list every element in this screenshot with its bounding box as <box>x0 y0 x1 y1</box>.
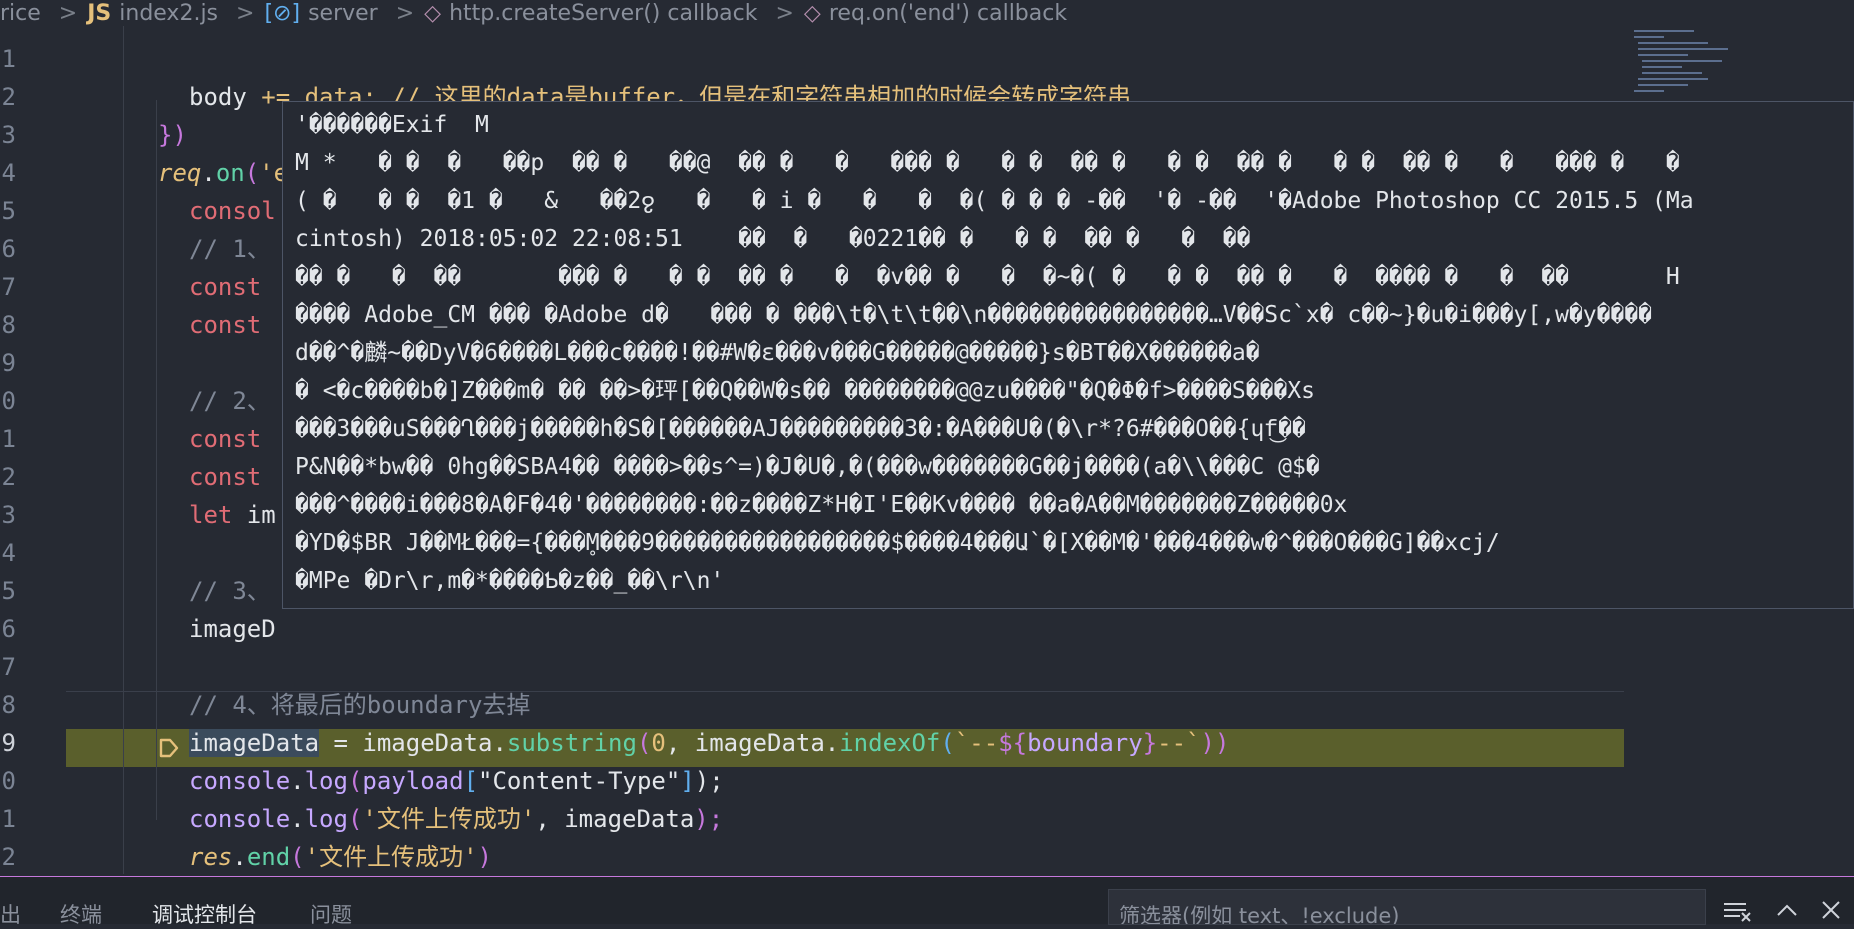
code-line-23[interactable]: 3 } <box>0 838 1630 876</box>
hover-value-line: � <�c����b�]Z���m� �� ��>�玶[��Q��W�s�� �… <box>295 378 1315 404</box>
breadcrumb-label: server <box>308 0 378 26</box>
code-line-19[interactable]: 9 console.log(payload["Content-Type"]); <box>0 686 1630 795</box>
tab-debug-console[interactable]: 调试控制台 <box>152 899 257 929</box>
breadcrumb-separator: > <box>58 0 78 26</box>
breadcrumb-item[interactable]: rice <box>0 1 41 26</box>
close-panel-icon[interactable] <box>1820 899 1842 921</box>
minimap-line <box>1634 30 1694 32</box>
method-cube-icon: ◇ <box>803 0 821 26</box>
minimap-line <box>1638 42 1708 44</box>
breadcrumb-separator: > <box>775 0 794 26</box>
code-line-21[interactable]: 1 res.end('文件上传成功') <box>0 762 1630 871</box>
breadcrumb-label: req.on('end') callback <box>828 0 1068 26</box>
javascript-file-icon: JS <box>87 0 112 26</box>
code-line-18[interactable]: 8 imageData = imageData.substring(0, ima… <box>0 648 1630 757</box>
hover-value-line: cintosh) 2018:05:02 22:08:51 �� � �0221�… <box>295 226 1251 252</box>
code-line-2[interactable]: 2 }) <box>0 40 1630 149</box>
hover-value-line: ���3���uS���Ղ���j�����h�S�[������AJ�����… <box>295 416 1306 442</box>
hover-value-line: d��^�麟~��DyV�6����L���c����!��#W�ɛ���v��… <box>295 340 1260 366</box>
hover-value-line: ���^����i���8�A�F�4�'��������:��z����Z*H… <box>295 492 1348 518</box>
hover-value-line: �� � � �� ��� � � � �� � � �v�� � � �~�(… <box>295 264 1680 290</box>
minimap-line <box>1638 48 1728 50</box>
hover-value-line: �MPe �Dr\r,m�*����Ƅ�z��_��\r\n' <box>295 568 725 594</box>
minimap[interactable] <box>1630 20 1740 100</box>
minimap-line <box>1634 36 1664 38</box>
breadcrumb-item[interactable]: [⊘] server <box>264 1 377 26</box>
tab-terminal[interactable]: 终端 <box>60 899 102 929</box>
clear-console-icon[interactable] <box>1722 899 1752 923</box>
breadcrumb-label: rice <box>0 0 41 26</box>
minimap-line <box>1642 60 1722 62</box>
hover-value-line: ( � � � �1 � & ��2ჹ � � i � � � �( � � �… <box>295 188 1694 214</box>
tab-problems[interactable]: 问题 <box>310 899 352 929</box>
minimap-line <box>1642 66 1682 68</box>
breadcrumb-separator: > <box>236 0 255 26</box>
breadcrumb-item[interactable]: JS index2.js <box>87 1 218 26</box>
debug-breakpoint-icon[interactable] <box>158 737 180 759</box>
variable-icon: [⊘] <box>264 0 301 26</box>
method-cube-icon: ◇ <box>424 0 442 26</box>
hover-value-line: '������Exif M <box>295 112 489 138</box>
debug-hover-value-popup[interactable]: '������Exif M M * � � � ��p �� � ��@ �� … <box>282 101 1854 609</box>
hover-value-line: ���� Adobe_CM ��� �Adobe d� ��� � ���\t�… <box>295 302 1653 328</box>
filter-input[interactable]: 筛选器(例如 text、!exclude) <box>1108 889 1706 925</box>
hover-value-line: M * � � � ��p �� � ��@ �� � � ��� � � � … <box>295 150 1680 176</box>
filter-placeholder: 筛选器(例如 text、!exclude) <box>1119 904 1400 925</box>
minimap-line <box>1642 72 1702 74</box>
breadcrumb-item[interactable]: ◇ req.on('end') callback <box>804 1 1067 26</box>
breadcrumb-label: index2.js <box>119 0 219 26</box>
breadcrumb: rice > JS index2.js > [⊘] server > ◇ http.c… <box>0 0 1854 26</box>
code-line-20[interactable]: 0 console.log('文件上传成功', imageData); <box>0 724 1630 833</box>
code-line-17[interactable]: 7 // 4、将最后的boundary去掉 <box>0 610 1630 719</box>
minimap-line <box>1638 54 1688 56</box>
minimap-line <box>1638 84 1688 86</box>
minimap-line <box>1634 90 1664 92</box>
bottom-panel: 出 终端 调试控制台 问题 筛选器(例如 text、!exclude) <box>0 876 1854 927</box>
breadcrumb-item[interactable]: ◇ http.createServer() callback <box>424 1 757 26</box>
maximize-panel-icon[interactable] <box>1776 901 1798 919</box>
breadcrumb-label: http.createServer() callback <box>449 0 758 26</box>
tab-output[interactable]: 出 <box>0 899 21 929</box>
breadcrumb-separator: > <box>395 0 415 26</box>
code-line-22[interactable]: 2 }) <box>0 800 1630 871</box>
hover-value-line: P&N��*bw�� 0hg��SBA4�� ����>��s^=)�J�U�,… <box>295 454 1320 480</box>
minimap-line <box>1638 78 1708 80</box>
hover-value-line: �YD�$BR J��MŁ���={���M̥���9�������������… <box>295 530 1500 556</box>
